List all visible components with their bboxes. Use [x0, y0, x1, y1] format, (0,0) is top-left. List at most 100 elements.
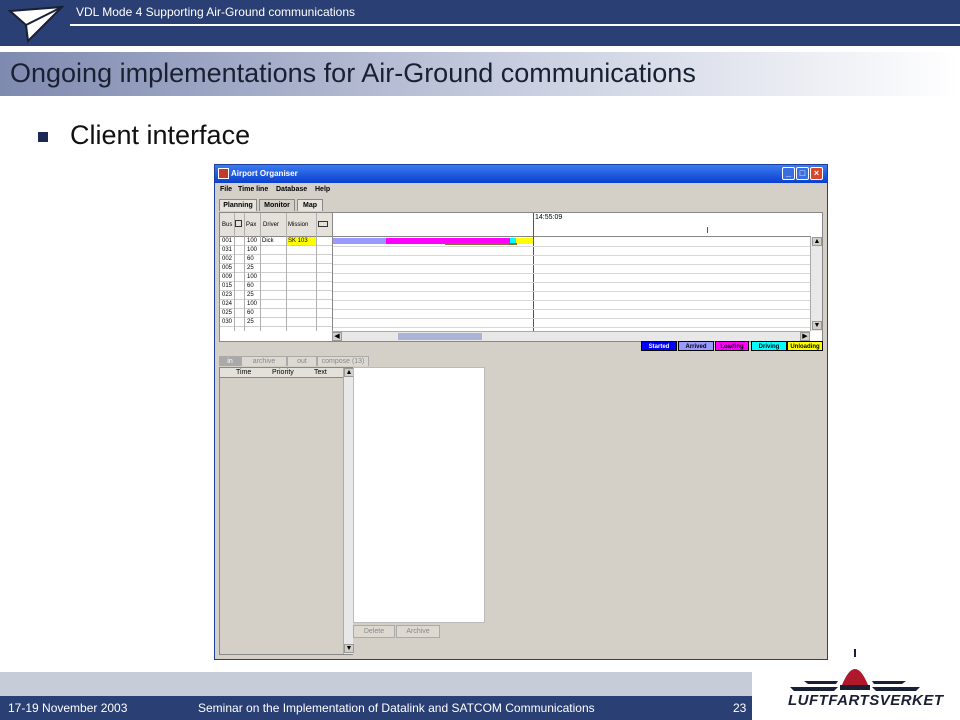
- timeline-header: [333, 213, 811, 237]
- timeline-view[interactable]: 14:55:09: [332, 213, 811, 331]
- current-time-marker: [533, 213, 534, 331]
- scroll-left-icon[interactable]: ◀: [332, 332, 342, 341]
- menu-database[interactable]: Database: [276, 186, 307, 193]
- footer-strip: [0, 672, 752, 696]
- legend-loading: Loading: [715, 341, 749, 351]
- archive-button[interactable]: Archive: [396, 625, 440, 638]
- pax-cell: 60: [247, 310, 254, 316]
- column-divider: [244, 213, 245, 331]
- segment-arrived[interactable]: [333, 238, 386, 244]
- monitor-panel: Bus Pax Driver Mission 001 100 Dick SK 103 0…: [219, 212, 823, 342]
- driver-cell: Dick: [262, 238, 274, 244]
- timeline-vertical-scrollbar[interactable]: ▲ ▼: [810, 237, 822, 331]
- column-divider: [316, 213, 317, 331]
- document-icon: [235, 220, 242, 227]
- envelope-icon: [318, 221, 328, 227]
- timeline-row-line: [333, 309, 811, 310]
- bus-cell: 023: [222, 292, 233, 298]
- scroll-down-icon[interactable]: ▼: [812, 321, 822, 330]
- col-pax[interactable]: Pax: [246, 222, 256, 228]
- col-bus[interactable]: Bus: [222, 222, 232, 228]
- segment-unloading[interactable]: [516, 238, 533, 244]
- window-titlebar[interactable]: Airport Organiser _ □ ×: [215, 165, 827, 183]
- footer-band: 17-19 November 2003 Seminar on the Imple…: [0, 696, 752, 720]
- menu-help[interactable]: Help: [315, 186, 330, 193]
- legend-driving: Driving: [751, 341, 787, 351]
- footer-date: 17-19 November 2003: [8, 701, 128, 715]
- menu-time-line[interactable]: Time line: [238, 186, 268, 193]
- timeline-row-line: [333, 300, 811, 301]
- close-button[interactable]: ×: [810, 167, 823, 180]
- message-view[interactable]: [353, 367, 485, 623]
- bus-cell: 025: [222, 310, 233, 316]
- pax-cell: 100: [247, 301, 258, 307]
- mission-cell: SK 103: [287, 237, 316, 245]
- current-time-label: 14:55:09: [535, 214, 563, 221]
- timeline-row-line: [333, 246, 811, 247]
- pax-cell: 25: [247, 319, 254, 325]
- scroll-up-icon[interactable]: ▲: [812, 237, 822, 246]
- pax-cell: 60: [247, 256, 254, 262]
- bus-cell: 002: [222, 256, 233, 262]
- delete-button[interactable]: Delete: [353, 625, 395, 638]
- timeline-horizontal-scrollbar[interactable]: ◀ ▶: [332, 331, 810, 341]
- bus-cell: 024: [222, 301, 233, 307]
- bus-cell: 030: [222, 319, 233, 325]
- pax-cell: 60: [247, 283, 254, 289]
- timeline-row-line: [333, 327, 811, 328]
- bus-cell: 031: [222, 247, 233, 253]
- timeline-row-line: [333, 255, 811, 256]
- pax-cell: 100: [247, 247, 258, 253]
- tab-out[interactable]: out: [287, 356, 317, 366]
- bus-cell: 009: [222, 274, 233, 280]
- col-priority[interactable]: Priority: [272, 369, 294, 376]
- legend-started: Started: [641, 341, 677, 351]
- bullet-icon: [38, 132, 48, 142]
- tab-archive[interactable]: archive: [241, 356, 287, 366]
- tab-map[interactable]: Map: [297, 199, 323, 211]
- pax-cell: 25: [247, 265, 254, 271]
- airport-organiser-window: Airport Organiser _ □ × File Time line D…: [214, 164, 828, 660]
- scroll-right-icon[interactable]: ▶: [800, 332, 810, 341]
- legend-unloading: Unloading: [787, 341, 823, 351]
- legend-arrived: Arrived: [678, 341, 714, 351]
- col-driver[interactable]: Driver: [263, 222, 279, 228]
- tab-compose[interactable]: compose (13): [317, 356, 369, 366]
- bus-cell: 005: [222, 265, 233, 271]
- col-text[interactable]: Text: [314, 369, 327, 376]
- tab-monitor[interactable]: Monitor: [259, 199, 295, 211]
- message-list-header: Time Priority Text: [220, 368, 343, 378]
- paper-plane-icon: [7, 5, 65, 44]
- pax-cell: 25: [247, 292, 254, 298]
- column-divider: [234, 213, 235, 331]
- col-time[interactable]: Time: [236, 369, 251, 376]
- scroll-down-icon[interactable]: ▼: [344, 644, 354, 653]
- horizontal-scroll-thumb[interactable]: [398, 333, 482, 340]
- timeline-row-line: [333, 264, 811, 265]
- pax-cell: 100: [247, 274, 258, 280]
- column-divider: [286, 213, 287, 331]
- menu-bar: File Time line Database Help: [215, 183, 827, 197]
- bus-cell: 001: [222, 238, 233, 244]
- menu-file[interactable]: File: [220, 186, 232, 193]
- footer-page-number: 23: [733, 701, 747, 715]
- timeline-row-line: [333, 282, 811, 283]
- planned-bar: [445, 243, 517, 245]
- header-title: VDL Mode 4 Supporting Air-Ground communi…: [76, 5, 356, 19]
- luftfartsverket-logo-text: LUFTFARTSVERKET: [788, 692, 944, 709]
- tab-in[interactable]: in: [219, 356, 241, 366]
- time-tick: [707, 227, 708, 233]
- bus-cell: 015: [222, 283, 233, 289]
- message-list-scrollbar[interactable]: ▲ ▼: [343, 368, 354, 654]
- maximize-button[interactable]: □: [796, 167, 809, 180]
- message-list[interactable]: Time Priority Text ▲ ▼: [219, 367, 354, 655]
- bullet-text: Client interface: [70, 120, 251, 150]
- pax-cell: 100: [247, 238, 258, 244]
- timeline-row-line: [333, 318, 811, 319]
- col-mission[interactable]: Mission: [288, 222, 308, 228]
- header-divider: [70, 24, 960, 26]
- column-divider: [260, 213, 261, 331]
- minimize-button[interactable]: _: [782, 167, 795, 180]
- footer-seminar: Seminar on the Implementation of Datalin…: [198, 701, 595, 715]
- tab-planning[interactable]: Planning: [219, 199, 257, 211]
